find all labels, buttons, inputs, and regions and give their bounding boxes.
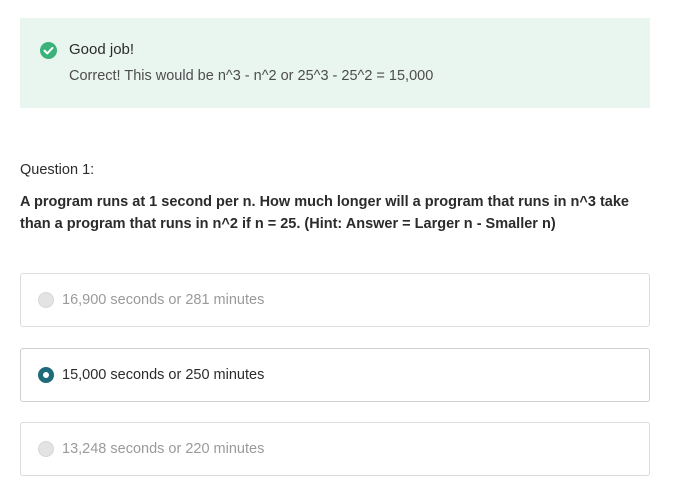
radio-unselected-icon[interactable] [38,292,54,308]
check-circle-icon [40,42,57,59]
answer-option-label: 15,000 seconds or 250 minutes [62,367,265,383]
radio-unselected-icon[interactable] [38,441,54,457]
radio-selected-icon[interactable] [38,367,54,383]
question-label: Question 1: [20,162,95,178]
feedback-title: Good job! [69,41,135,58]
question-text: A program runs at 1 second per n. How mu… [20,194,629,232]
feedback-message: Correct! This would be n^3 - n^2 or 25^3… [69,68,434,84]
feedback-banner: Good job! Correct! This would be n^3 - n… [20,18,650,108]
answer-option-3[interactable]: 13,248 seconds or 220 minutes [20,422,650,476]
answer-option-1[interactable]: 16,900 seconds or 281 minutes [20,273,650,327]
answer-option-label: 13,248 seconds or 220 minutes [62,441,265,457]
answer-option-label: 16,900 seconds or 281 minutes [62,292,265,308]
answer-option-2[interactable]: 15,000 seconds or 250 minutes [20,348,650,402]
